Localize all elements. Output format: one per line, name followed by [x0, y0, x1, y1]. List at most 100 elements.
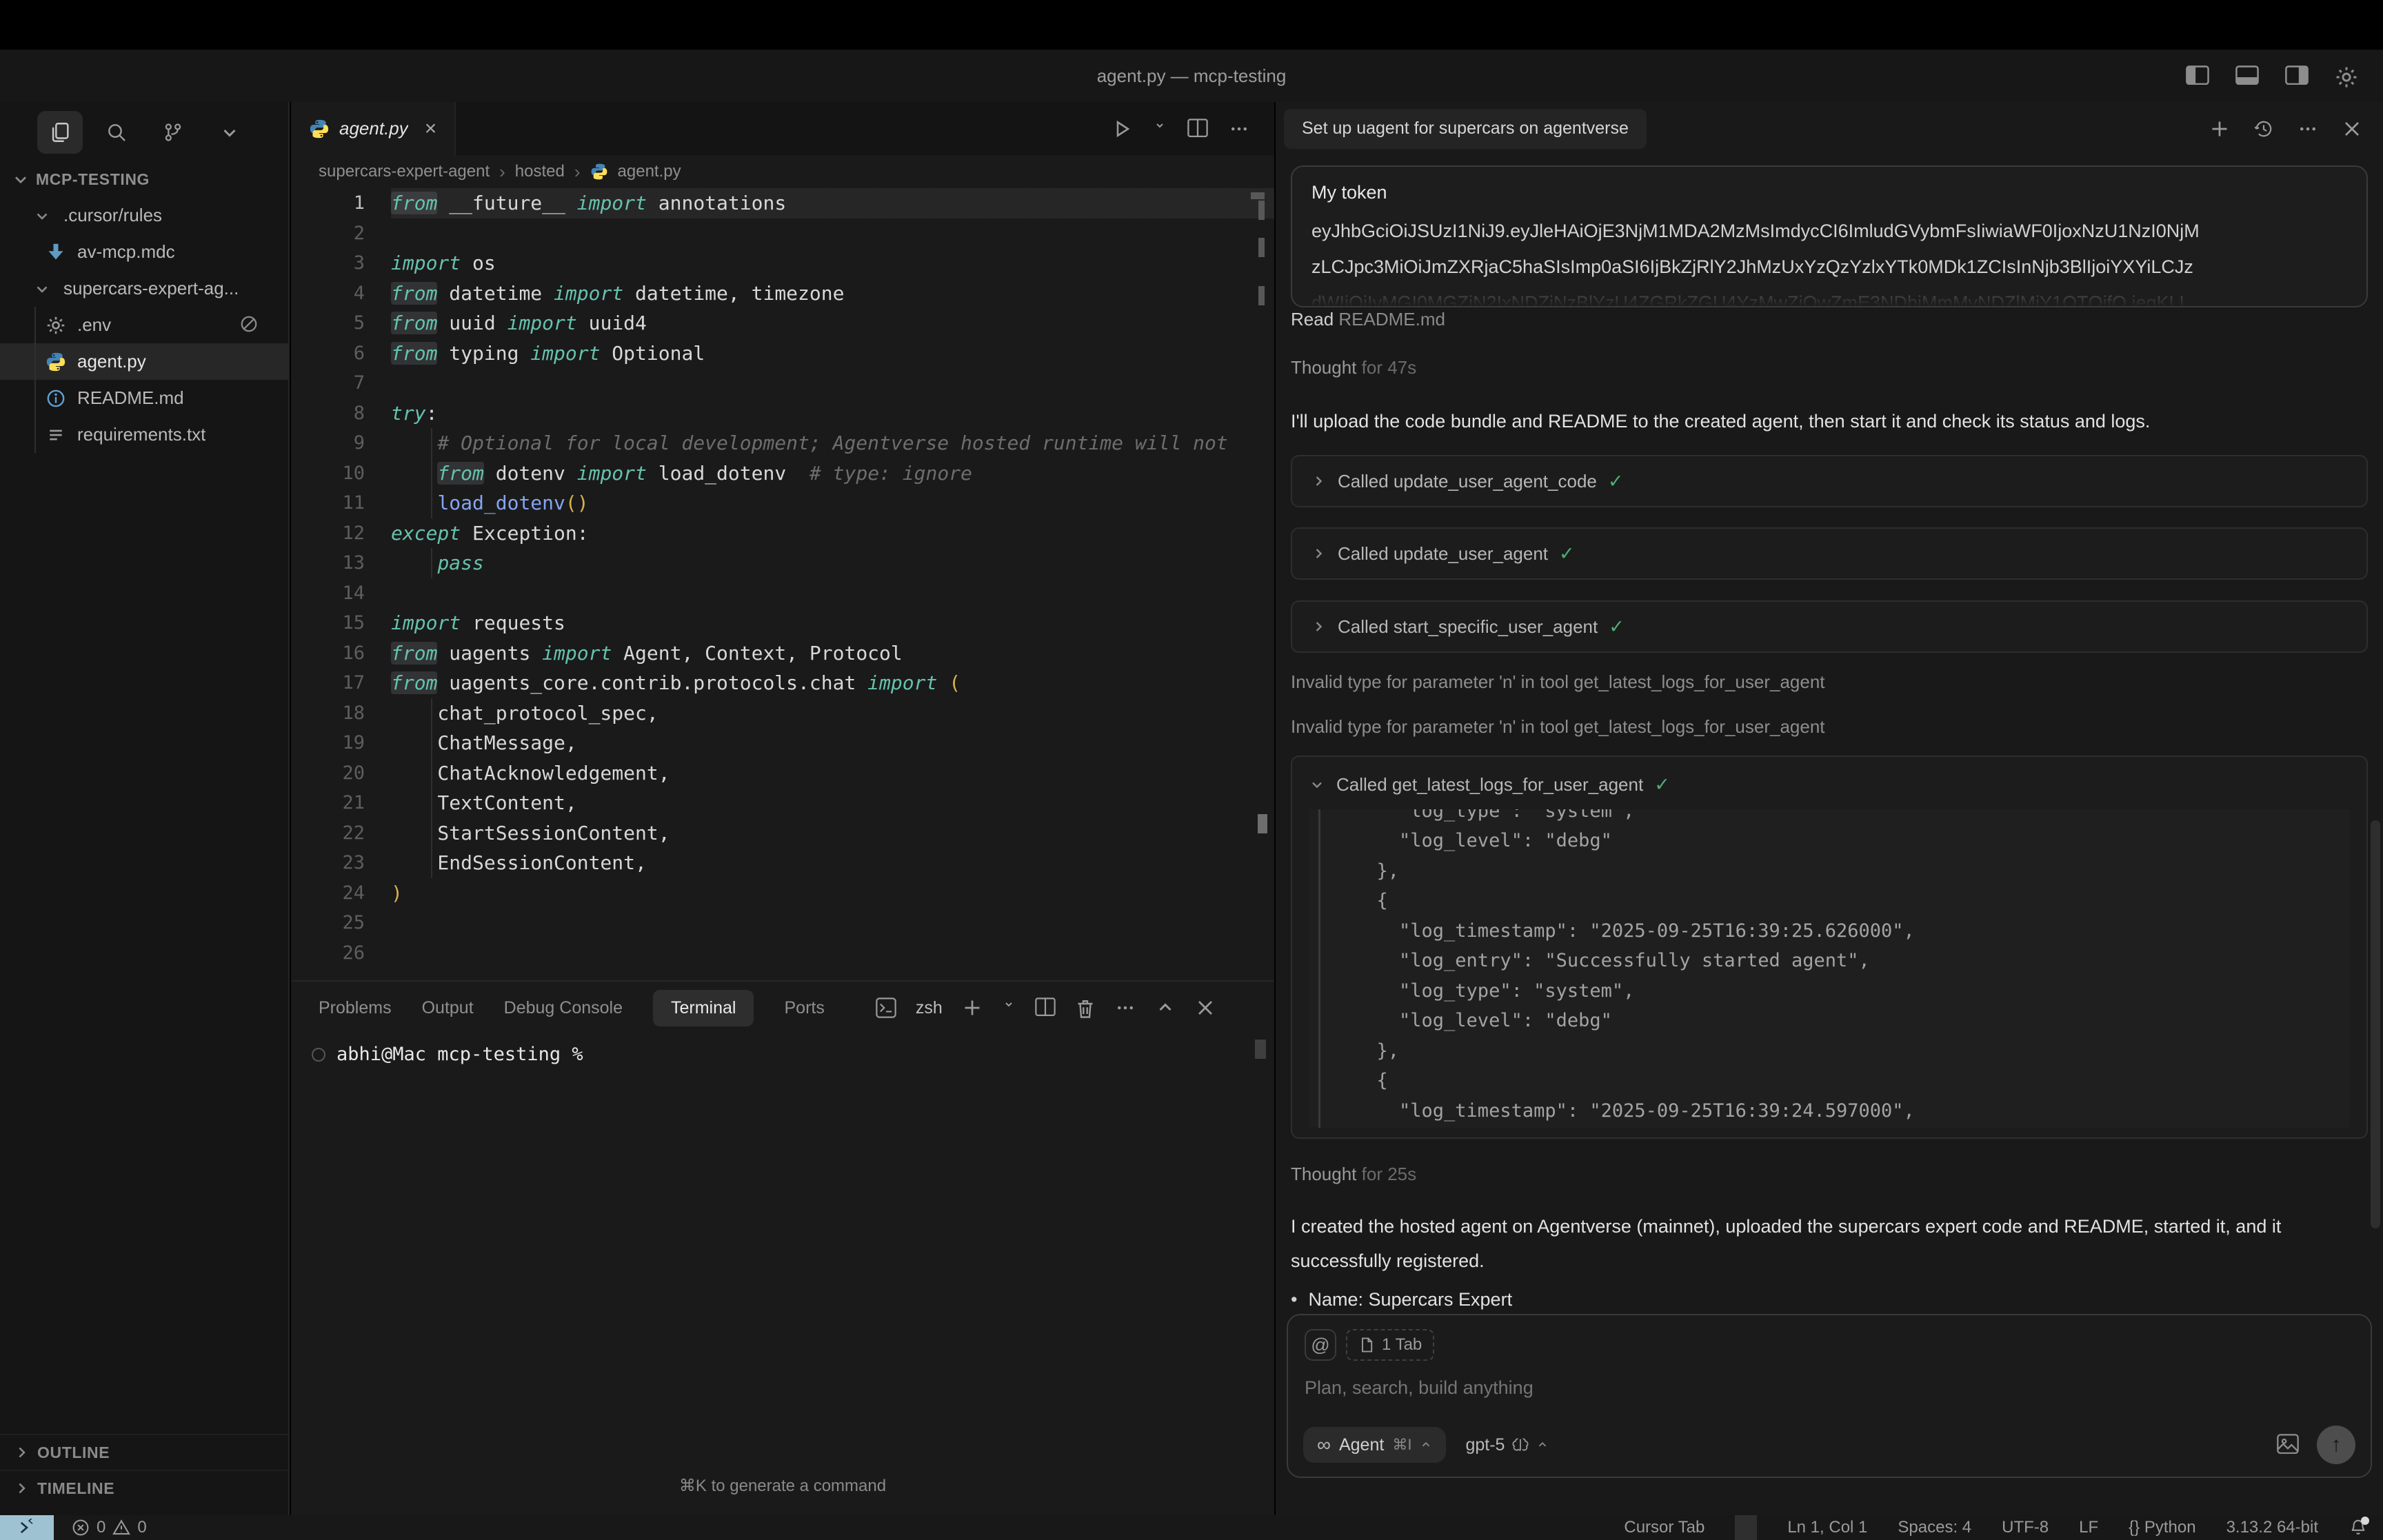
code-line-23[interactable]: 23 EndSessionContent,	[291, 848, 1274, 878]
tool-call-start-specific-user-agent[interactable]: Called start_specific_user_agent ✓	[1291, 600, 2368, 653]
code-line-17[interactable]: 17from uagents_core.contrib.protocols.ch…	[291, 668, 1274, 698]
code-line-2[interactable]: 2	[291, 219, 1274, 249]
model-selector[interactable]: gpt-5	[1465, 1435, 1549, 1455]
code-line-26[interactable]: 26	[291, 938, 1274, 969]
tab-debug-console[interactable]: Debug Console	[504, 998, 623, 1018]
code-line-18[interactable]: 18 chat_protocol_spec,	[291, 698, 1274, 729]
code-line-9[interactable]: 9 # Optional for local development; Agen…	[291, 428, 1274, 458]
chat-input-box[interactable]: @ 1 Tab Plan, search, build anything ∞ A…	[1287, 1314, 2372, 1478]
explorer-item-agent-py[interactable]: agent.py	[0, 343, 288, 380]
code-line-8[interactable]: 8try:	[291, 398, 1274, 429]
tab-terminal[interactable]: Terminal	[653, 990, 754, 1026]
more-actions-icon[interactable]	[1229, 119, 1249, 139]
explorer-item-readme-md[interactable]: README.md	[0, 380, 288, 416]
code-line-20[interactable]: 20 ChatAcknowledgement,	[291, 758, 1274, 789]
tool-call-header[interactable]: Called get_latest_logs_for_user_agent ✓	[1309, 769, 2350, 800]
thought-line[interactable]: Thought for 47s	[1291, 357, 2368, 378]
maximize-panel-icon[interactable]	[1155, 997, 1176, 1018]
code-line-1[interactable]: 1from __future__ import annotations	[291, 188, 1274, 219]
send-button[interactable]: ↑	[2317, 1426, 2355, 1464]
chat-scrollbar[interactable]	[2371, 820, 2380, 1228]
breadcrumb-item[interactable]: supercars-expert-agent	[319, 162, 490, 181]
code-line-6[interactable]: 6from typing import Optional	[291, 338, 1274, 369]
code-line-11[interactable]: 11 load_dotenv()	[291, 488, 1274, 518]
kill-terminal-icon[interactable]	[1075, 997, 1096, 1018]
code-line-15[interactable]: 15import requests	[291, 608, 1274, 638]
terminal-dropdown-chevron-icon[interactable]	[1002, 997, 1016, 1018]
code-line-19[interactable]: 19 ChatMessage,	[291, 728, 1274, 758]
context-tab-chip[interactable]: 1 Tab	[1346, 1329, 1434, 1361]
chat-input-placeholder[interactable]: Plan, search, build anything	[1305, 1377, 2354, 1399]
tool-call-get-latest-logs[interactable]: Called get_latest_logs_for_user_agent ✓ …	[1291, 756, 2368, 1139]
chat-thread-tab[interactable]: Set up uagent for supercars on agentvers…	[1284, 109, 1647, 149]
new-chat-icon[interactable]	[2209, 119, 2230, 139]
explorer-icon[interactable]	[37, 111, 83, 154]
code-editor[interactable]: 1from __future__ import annotations23imp…	[291, 188, 1274, 980]
explorer-item-requirements-txt[interactable]: requirements.txt	[0, 416, 288, 453]
encoding-status[interactable]: UTF-8	[2002, 1518, 2049, 1537]
split-editor-icon[interactable]	[1187, 119, 1208, 139]
tab-problems[interactable]: Problems	[319, 998, 392, 1018]
code-line-10[interactable]: 10 from dotenv import load_dotenv # type…	[291, 458, 1274, 489]
code-line-13[interactable]: 13 pass	[291, 548, 1274, 578]
tab-output[interactable]: Output	[422, 998, 474, 1018]
tool-call-update-user-agent-code[interactable]: Called update_user_agent_code ✓	[1291, 455, 2368, 507]
code-line-21[interactable]: 21 TextContent,	[291, 788, 1274, 818]
explorer-item-cursor-rules[interactable]: .cursor/rules	[0, 197, 288, 234]
cursor-position-status[interactable]: Ln 1, Col 1	[1787, 1518, 1867, 1537]
user-message[interactable]: My token eyJhbGciOiJSUzI1NiJ9.eyJleHAiOj…	[1291, 165, 2368, 307]
screencast-zoom-icon[interactable]	[1735, 1515, 1757, 1540]
code-line-5[interactable]: 5from uuid import uuid4	[291, 308, 1274, 338]
chat-history-icon[interactable]	[2253, 119, 2274, 139]
breadcrumb-item[interactable]: hosted	[515, 162, 565, 181]
explorer-item-supercars-expert-ag[interactable]: supercars-expert-ag...	[0, 270, 288, 307]
code-line-16[interactable]: 16from uagents import Agent, Context, Pr…	[291, 638, 1274, 669]
tool-output-log[interactable]: "log_type": "system", "log_level": "debg…	[1309, 809, 2350, 1128]
shell-name[interactable]: zsh	[916, 998, 943, 1018]
chat-more-icon[interactable]	[2297, 119, 2318, 139]
timeline-section[interactable]: TIMELINE	[0, 1470, 288, 1506]
close-panel-icon[interactable]	[1195, 997, 1216, 1018]
settings-gear-icon[interactable]	[2335, 65, 2358, 86]
code-line-22[interactable]: 22 StartSessionContent,	[291, 818, 1274, 849]
read-file-line[interactable]: Read README.md	[1291, 309, 2368, 330]
code-line-12[interactable]: 12except Exception:	[291, 518, 1274, 549]
explorer-item-env[interactable]: .env	[0, 307, 288, 343]
breadcrumb-item[interactable]: agent.py	[618, 162, 681, 181]
eol-status[interactable]: LF	[2079, 1518, 2098, 1537]
explorer-root-header[interactable]: MCP-TESTING	[0, 161, 288, 197]
remote-indicator[interactable]	[0, 1515, 54, 1540]
toggle-left-panel-icon[interactable]	[2186, 65, 2209, 86]
notifications-bell-icon[interactable]	[2349, 1518, 2368, 1537]
close-chat-icon[interactable]	[2342, 119, 2362, 139]
tool-call-update-user-agent[interactable]: Called update_user_agent ✓	[1291, 527, 2368, 580]
python-version-status[interactable]: 3.13.2 64-bit	[2226, 1518, 2318, 1537]
split-terminal-icon[interactable]	[1035, 997, 1056, 1018]
close-tab-icon[interactable]: ×	[425, 117, 437, 141]
outline-section[interactable]: OUTLINE	[0, 1434, 288, 1470]
cursor-tab-status[interactable]: Cursor Tab	[1624, 1518, 1705, 1537]
thought-line[interactable]: Thought for 25s	[1291, 1164, 2368, 1185]
source-control-icon[interactable]	[150, 111, 196, 154]
more-views-chevron-icon[interactable]	[207, 111, 252, 154]
indentation-status[interactable]: Spaces: 4	[1898, 1518, 1971, 1537]
problems-status[interactable]: 0 0	[72, 1518, 147, 1537]
search-icon[interactable]	[94, 111, 139, 154]
code-line-24[interactable]: 24)	[291, 878, 1274, 909]
tab-ports[interactable]: Ports	[784, 998, 824, 1018]
terminal-content[interactable]: abhi@Mac mcp-testing %	[291, 1034, 1274, 1065]
toggle-bottom-panel-icon[interactable]	[2235, 65, 2259, 86]
attach-image-icon[interactable]	[2277, 1434, 2299, 1456]
toggle-right-panel-icon[interactable]	[2285, 65, 2309, 86]
code-line-25[interactable]: 25	[291, 908, 1274, 938]
run-python-icon[interactable]	[1112, 119, 1132, 139]
mention-button[interactable]: @	[1305, 1329, 1336, 1361]
code-line-4[interactable]: 4from datetime import datetime, timezone	[291, 278, 1274, 309]
agent-mode-selector[interactable]: ∞ Agent ⌘I	[1303, 1427, 1446, 1463]
explorer-item-av-mcp-mdc[interactable]: av-mcp.mdc	[0, 234, 288, 270]
new-terminal-icon[interactable]	[962, 997, 983, 1018]
run-dropdown-chevron-icon[interactable]	[1153, 119, 1167, 139]
code-line-3[interactable]: 3import os	[291, 248, 1274, 278]
code-line-14[interactable]: 14	[291, 578, 1274, 609]
language-mode-status[interactable]: {} Python	[2129, 1518, 2195, 1537]
